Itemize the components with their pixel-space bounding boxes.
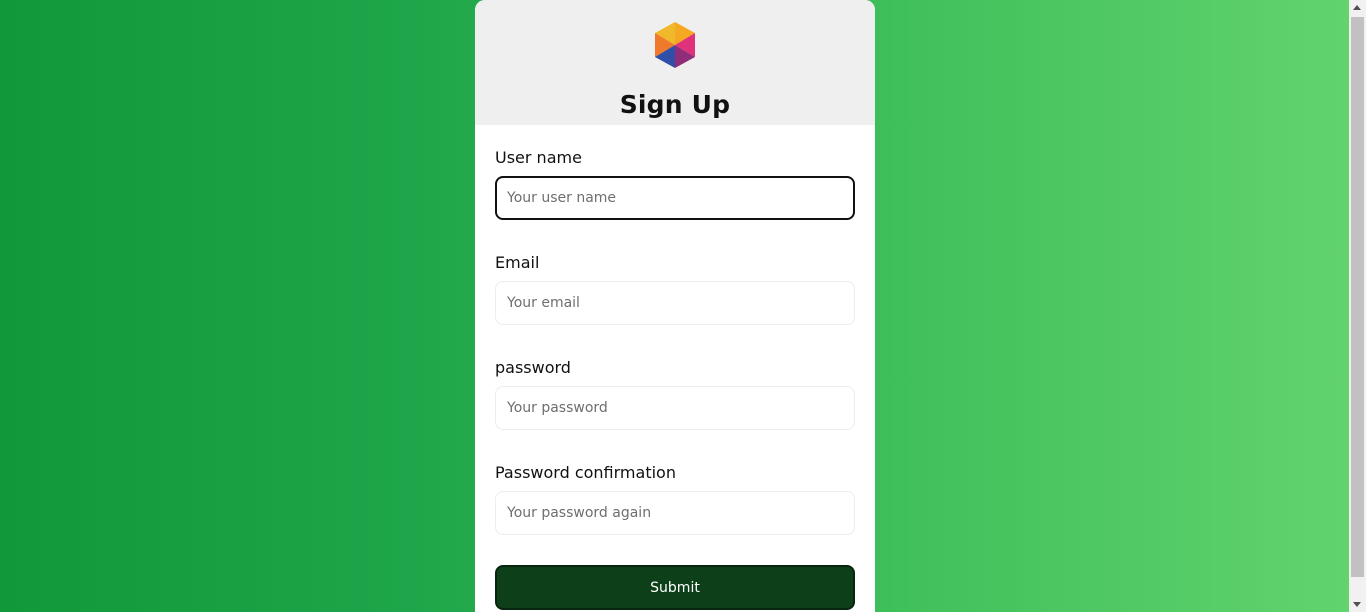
username-label: User name [495, 148, 582, 167]
scroll-down-icon[interactable] [1353, 602, 1361, 607]
vertical-scrollbar[interactable] [1349, 0, 1366, 612]
scrollbar-thumb[interactable] [1351, 17, 1364, 577]
username-input[interactable] [495, 176, 855, 220]
password-input[interactable] [495, 386, 855, 430]
card-header: Sign Up [475, 0, 875, 125]
page-title: Sign Up [619, 90, 731, 119]
password-confirmation-input[interactable] [495, 491, 855, 535]
signup-card: Sign Up User name Email password Passwor… [475, 0, 875, 612]
hexagon-logo-icon [655, 22, 695, 68]
submit-button[interactable]: Submit [495, 565, 855, 610]
password-label: password [495, 358, 571, 377]
scroll-up-icon[interactable] [1353, 5, 1361, 10]
email-input[interactable] [495, 281, 855, 325]
password-confirmation-label: Password confirmation [495, 463, 676, 482]
email-label: Email [495, 253, 540, 272]
